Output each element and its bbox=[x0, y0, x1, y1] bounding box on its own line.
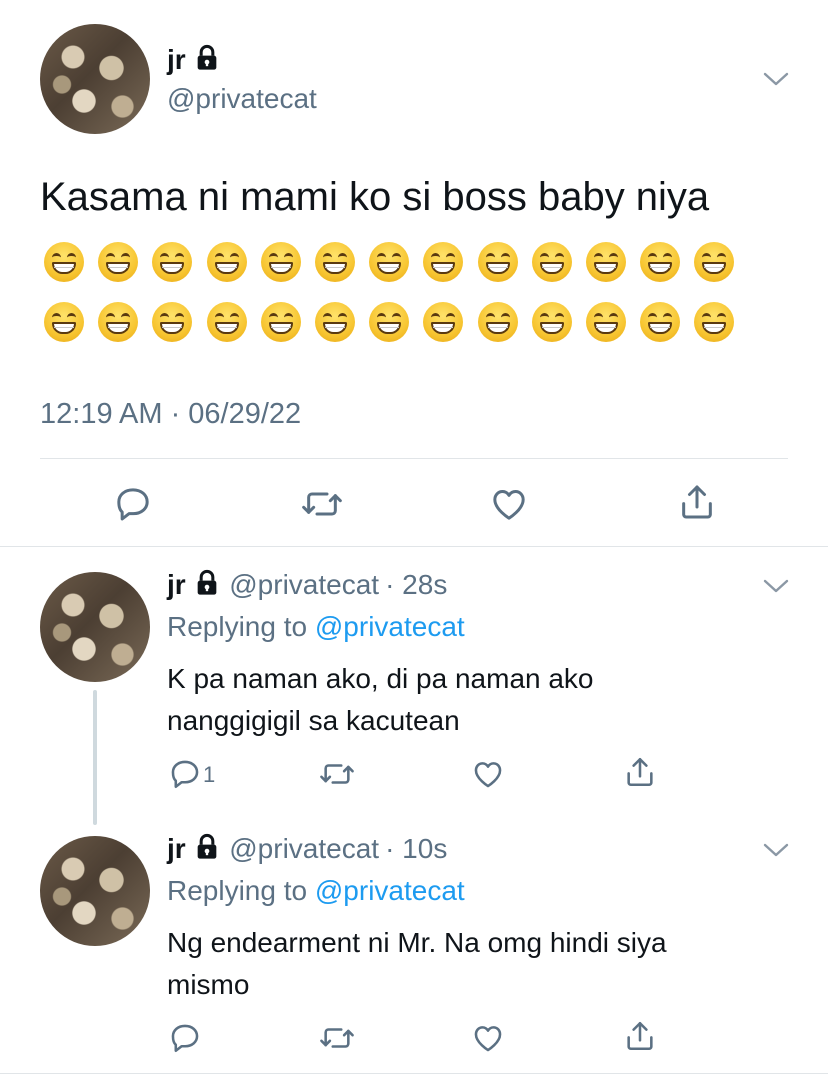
relative-time[interactable]: · 10s bbox=[385, 833, 447, 864]
grinning-face-emoji bbox=[98, 302, 139, 342]
grinning-face-emoji bbox=[586, 302, 626, 342]
grinning-face-emoji bbox=[477, 242, 518, 282]
relative-time[interactable]: · 28s bbox=[385, 569, 447, 600]
grinning-face-emoji bbox=[315, 302, 355, 342]
display-name[interactable]: jr bbox=[167, 833, 186, 864]
tweet-text: Kasama ni mami ko si boss baby niya bbox=[40, 175, 710, 219]
reply-text-line: mismo bbox=[167, 969, 250, 1000]
replying-to: Replying to @privatecat bbox=[167, 610, 465, 644]
replying-to: Replying to @privatecat bbox=[167, 874, 465, 908]
grinning-face-emoji bbox=[640, 302, 681, 342]
handle[interactable]: @privatecat bbox=[229, 833, 379, 864]
reply-icon[interactable] bbox=[168, 757, 202, 791]
grinning-face-emoji bbox=[44, 302, 84, 342]
replying-label: Replying to bbox=[167, 875, 308, 906]
grinning-face-emoji bbox=[98, 242, 139, 282]
grinning-face-emoji bbox=[586, 242, 626, 282]
reply-header: jr @privatecat · 10s bbox=[167, 832, 447, 869]
replying-label: Replying to bbox=[167, 611, 308, 642]
lock-icon bbox=[193, 833, 221, 869]
like-icon[interactable] bbox=[489, 484, 529, 524]
share-icon[interactable] bbox=[677, 482, 717, 522]
grinning-face-emoji bbox=[206, 242, 247, 282]
display-name[interactable]: jr bbox=[167, 569, 186, 600]
grinning-face-emoji bbox=[531, 242, 572, 282]
grinning-face-emoji bbox=[260, 302, 301, 342]
divider bbox=[40, 458, 788, 459]
timestamp[interactable]: 12:19 AM · 06/29/22 bbox=[40, 396, 301, 432]
grinning-face-emoji bbox=[44, 242, 84, 282]
grinning-face-emoji bbox=[531, 302, 572, 342]
grinning-face-emoji bbox=[369, 242, 410, 282]
section-divider bbox=[0, 1073, 828, 1074]
share-icon[interactable] bbox=[623, 755, 657, 789]
section-divider bbox=[0, 546, 828, 547]
grinning-face-emoji bbox=[423, 242, 464, 282]
chevron-down-icon[interactable] bbox=[762, 839, 790, 859]
chevron-down-icon[interactable] bbox=[762, 575, 790, 595]
reply-count: 1 bbox=[203, 762, 216, 787]
reply-icon[interactable] bbox=[113, 484, 153, 524]
reply-text-line: nanggigigil sa kacutean bbox=[167, 705, 460, 736]
grinning-face-emoji bbox=[315, 242, 355, 282]
grinning-face-emoji bbox=[477, 302, 518, 342]
lock-icon bbox=[193, 44, 221, 80]
retweet-icon[interactable] bbox=[318, 1021, 356, 1055]
handle[interactable]: @privatecat bbox=[229, 569, 379, 600]
reply-header: jr @privatecat · 28s bbox=[167, 568, 447, 605]
avatar[interactable] bbox=[40, 572, 150, 682]
reply-icon[interactable] bbox=[168, 1021, 202, 1055]
grinning-face-emoji bbox=[152, 242, 193, 282]
display-name[interactable]: jr bbox=[167, 44, 186, 75]
grinning-face-emoji bbox=[152, 302, 193, 342]
avatar[interactable] bbox=[40, 24, 150, 134]
mention-link[interactable]: @privatecat bbox=[315, 875, 465, 906]
grinning-face-emoji bbox=[423, 302, 464, 342]
grinning-face-emoji bbox=[694, 242, 735, 282]
grinning-face-emoji bbox=[260, 242, 301, 282]
lock-icon bbox=[193, 569, 221, 605]
reply-text-line: Ng endearment ni Mr. Na omg hindi siya bbox=[167, 927, 667, 958]
mention-link[interactable]: @privatecat bbox=[315, 611, 465, 642]
chevron-down-icon[interactable] bbox=[762, 68, 790, 88]
grinning-face-emoji bbox=[206, 302, 247, 342]
handle[interactable]: @privatecat bbox=[167, 82, 317, 116]
like-icon[interactable] bbox=[471, 1021, 505, 1055]
share-icon[interactable] bbox=[623, 1019, 657, 1053]
retweet-icon[interactable] bbox=[300, 484, 344, 524]
grinning-face-emoji bbox=[640, 242, 681, 282]
grinning-face-emoji bbox=[694, 302, 735, 342]
retweet-icon[interactable] bbox=[318, 757, 356, 791]
grinning-face-emoji bbox=[369, 302, 410, 342]
author-row: jr bbox=[167, 43, 221, 80]
reply-text-line: K pa naman ako, di pa naman ako bbox=[167, 663, 594, 694]
avatar[interactable] bbox=[40, 836, 150, 946]
like-icon[interactable] bbox=[471, 757, 505, 791]
thread-connector bbox=[93, 690, 97, 825]
